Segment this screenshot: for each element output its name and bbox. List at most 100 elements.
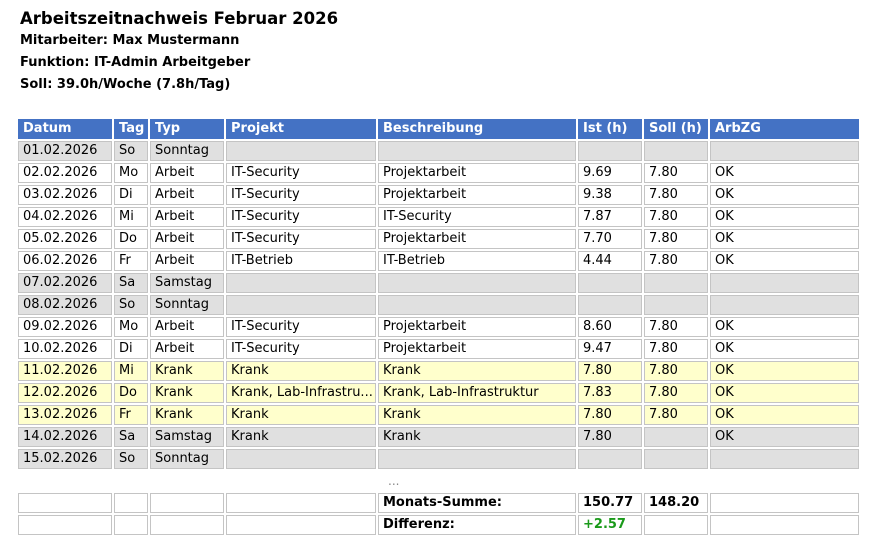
column-header-datum: Datum bbox=[18, 119, 112, 139]
table-cell-soll: 7.80 bbox=[644, 229, 708, 249]
table-cell-ist: 9.38 bbox=[578, 185, 642, 205]
table-cell-typ: Krank bbox=[150, 383, 224, 403]
table-cell-beschreibung bbox=[378, 295, 576, 315]
difference-empty-cell bbox=[150, 515, 224, 535]
page-title: Arbeitszeitnachweis Februar 2026 bbox=[20, 9, 339, 28]
table-cell-ist: 7.80 bbox=[578, 361, 642, 381]
table-cell-datum: 04.02.2026 bbox=[18, 207, 112, 227]
table-cell-ist: 9.47 bbox=[578, 339, 642, 359]
table-cell-datum: 09.02.2026 bbox=[18, 317, 112, 337]
table-cell-projekt: IT-Security bbox=[226, 229, 376, 249]
table-cell-beschreibung: Krank bbox=[378, 361, 576, 381]
table-cell-soll: 7.80 bbox=[644, 339, 708, 359]
table-cell-typ: Arbeit bbox=[150, 317, 224, 337]
table-cell-typ: Arbeit bbox=[150, 207, 224, 227]
table-cell-typ: Arbeit bbox=[150, 185, 224, 205]
table-cell-tag: Fr bbox=[114, 251, 148, 271]
table-cell-ist bbox=[578, 273, 642, 293]
table-cell-arbzg: OK bbox=[710, 251, 859, 271]
difference-ist: +2.57 bbox=[578, 515, 642, 535]
table-cell-tag: So bbox=[114, 295, 148, 315]
table-cell-typ: Arbeit bbox=[150, 251, 224, 271]
table-cell-projekt bbox=[226, 273, 376, 293]
column-header-tag: Tag bbox=[114, 119, 148, 139]
table-cell-projekt: Krank bbox=[226, 405, 376, 425]
table-cell-soll: 7.80 bbox=[644, 163, 708, 183]
table-cell-ist: 4.44 bbox=[578, 251, 642, 271]
table-cell-beschreibung: Krank, Lab-Infrastruktur bbox=[378, 383, 576, 403]
function-line: Funktion: IT-Admin Arbeitgeber bbox=[20, 55, 251, 70]
table-cell-typ: Sonntag bbox=[150, 449, 224, 469]
table-cell-datum: 08.02.2026 bbox=[18, 295, 112, 315]
table-cell-typ: Sonntag bbox=[150, 295, 224, 315]
column-header-soll: Soll (h) bbox=[644, 119, 708, 139]
table-cell-tag: Di bbox=[114, 185, 148, 205]
table-cell-soll: 7.80 bbox=[644, 317, 708, 337]
column-header-projekt: Projekt bbox=[226, 119, 376, 139]
table-cell-ist: 9.69 bbox=[578, 163, 642, 183]
table-cell-arbzg: OK bbox=[710, 229, 859, 249]
table-cell-tag: Sa bbox=[114, 273, 148, 293]
monthly-sum-empty-cell bbox=[226, 493, 376, 513]
table-cell-projekt: IT-Security bbox=[226, 317, 376, 337]
table-cell-datum: 10.02.2026 bbox=[18, 339, 112, 359]
table-cell-arbzg: OK bbox=[710, 339, 859, 359]
table-cell-typ: Samstag bbox=[150, 427, 224, 447]
table-cell-tag: Mo bbox=[114, 317, 148, 337]
table-cell-projekt: Krank bbox=[226, 361, 376, 381]
table-cell-datum: 01.02.2026 bbox=[18, 141, 112, 161]
table-cell-beschreibung bbox=[378, 141, 576, 161]
table-cell-tag: Mo bbox=[114, 163, 148, 183]
table-cell-ist: 7.80 bbox=[578, 427, 642, 447]
table-cell-projekt: Krank, Lab-Infrastru... bbox=[226, 383, 376, 403]
table-cell-projekt: IT-Betrieb bbox=[226, 251, 376, 271]
table-cell-beschreibung: Projektarbeit bbox=[378, 163, 576, 183]
table-cell-projekt: IT-Security bbox=[226, 185, 376, 205]
monthly-sum-empty-cell bbox=[150, 493, 224, 513]
table-cell-beschreibung: Krank bbox=[378, 405, 576, 425]
monthly-sum-empty-cell bbox=[710, 493, 859, 513]
table-cell-datum: 12.02.2026 bbox=[18, 383, 112, 403]
table-cell-tag: So bbox=[114, 141, 148, 161]
table-cell-datum: 14.02.2026 bbox=[18, 427, 112, 447]
table-cell-arbzg: OK bbox=[710, 405, 859, 425]
column-header-ist: Ist (h) bbox=[578, 119, 642, 139]
table-cell-ist: 7.83 bbox=[578, 383, 642, 403]
table-cell-typ: Arbeit bbox=[150, 339, 224, 359]
table-cell-arbzg: OK bbox=[710, 427, 859, 447]
table-cell-soll: 7.80 bbox=[644, 361, 708, 381]
table-cell-soll bbox=[644, 295, 708, 315]
table-cell-projekt: Krank bbox=[226, 427, 376, 447]
table-cell-projekt bbox=[226, 141, 376, 161]
table-cell-ist: 7.80 bbox=[578, 405, 642, 425]
table-cell-typ: Samstag bbox=[150, 273, 224, 293]
monthly-sum-empty-cell bbox=[114, 493, 148, 513]
table-cell-tag: Do bbox=[114, 229, 148, 249]
table-cell-datum: 07.02.2026 bbox=[18, 273, 112, 293]
table-cell-beschreibung: Projektarbeit bbox=[378, 317, 576, 337]
table-cell-soll: 7.80 bbox=[644, 207, 708, 227]
table-cell-projekt bbox=[226, 295, 376, 315]
table-cell-beschreibung: IT-Betrieb bbox=[378, 251, 576, 271]
table-cell-soll: 7.80 bbox=[644, 405, 708, 425]
table-cell-arbzg bbox=[710, 141, 859, 161]
monthly-sum-empty-cell bbox=[18, 493, 112, 513]
table-cell-soll: 7.80 bbox=[644, 251, 708, 271]
table-cell-arbzg bbox=[710, 449, 859, 469]
table-cell-ist: 7.87 bbox=[578, 207, 642, 227]
table-cell-tag: Di bbox=[114, 339, 148, 359]
table-cell-arbzg bbox=[710, 273, 859, 293]
table-cell-datum: 11.02.2026 bbox=[18, 361, 112, 381]
table-cell-arbzg: OK bbox=[710, 163, 859, 183]
table-cell-tag: Sa bbox=[114, 427, 148, 447]
table-cell-tag: Fr bbox=[114, 405, 148, 425]
table-cell-soll bbox=[644, 449, 708, 469]
table-cell-tag: So bbox=[114, 449, 148, 469]
difference-empty-cell bbox=[710, 515, 859, 535]
table-cell-datum: 05.02.2026 bbox=[18, 229, 112, 249]
table-cell-ist bbox=[578, 141, 642, 161]
table-cell-typ: Arbeit bbox=[150, 163, 224, 183]
table-cell-arbzg: OK bbox=[710, 207, 859, 227]
table-cell-projekt: IT-Security bbox=[226, 207, 376, 227]
table-cell-typ: Sonntag bbox=[150, 141, 224, 161]
